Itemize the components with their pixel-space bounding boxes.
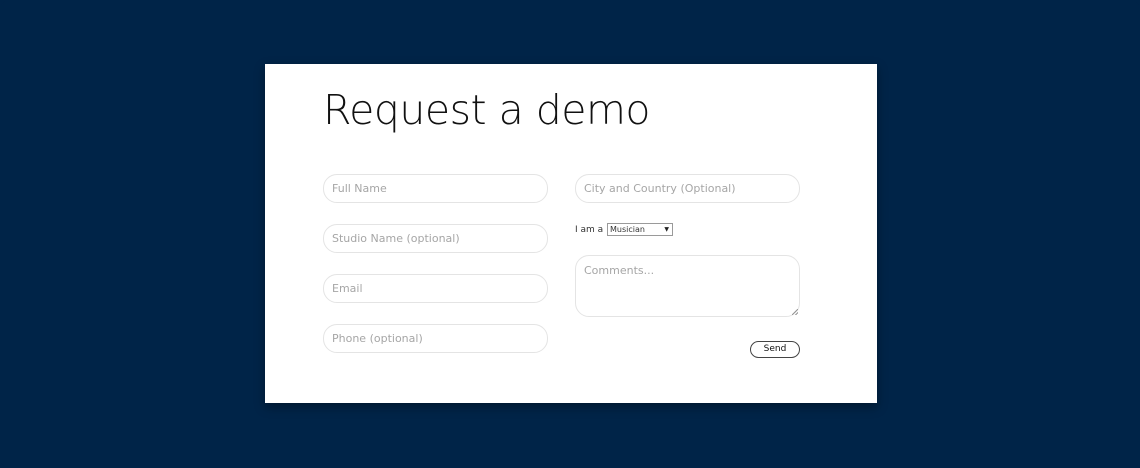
city-country-input[interactable] — [575, 174, 800, 203]
send-button[interactable]: Send — [750, 341, 800, 358]
role-select-value: Musician — [610, 225, 645, 234]
dropdown-arrow-icon: ▼ — [664, 226, 669, 233]
page-title: Request a demo — [323, 86, 651, 134]
request-demo-modal: Request a demo I am a Musician ▼ Send — [265, 64, 877, 403]
role-select[interactable]: Musician ▼ — [607, 223, 673, 236]
phone-input[interactable] — [323, 324, 548, 353]
page-background: Request a demo I am a Musician ▼ Send — [0, 0, 1140, 468]
role-label: I am a — [575, 225, 604, 235]
resize-grip-icon[interactable] — [792, 309, 798, 315]
studio-name-input[interactable] — [323, 224, 548, 253]
email-input[interactable] — [323, 274, 548, 303]
full-name-input[interactable] — [323, 174, 548, 203]
comments-textarea[interactable] — [575, 255, 800, 317]
